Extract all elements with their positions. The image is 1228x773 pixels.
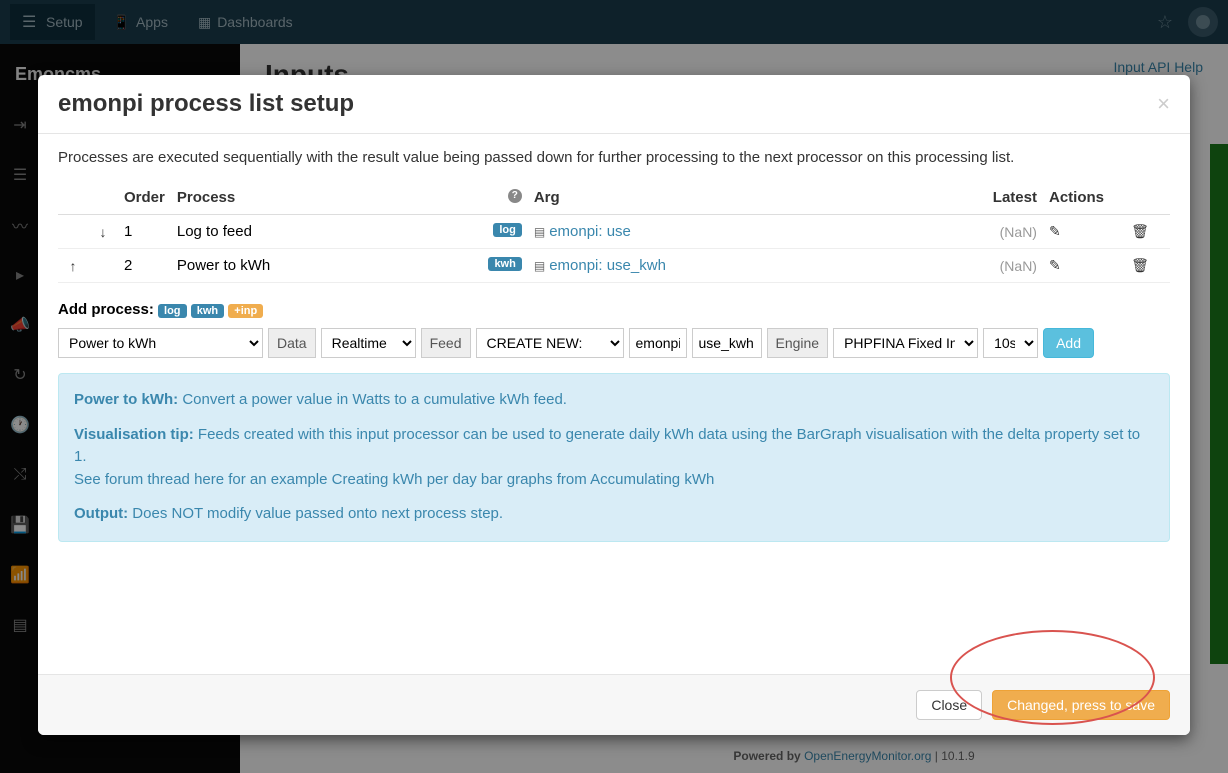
close-icon[interactable]: × — [1157, 91, 1170, 117]
interval-select[interactable]: 10s — [983, 328, 1038, 358]
col-actions: Actions — [1043, 181, 1110, 215]
edit-icon[interactable]: ✎ — [1049, 223, 1061, 239]
add-process-header: Add process: log kwh +inp — [58, 301, 1170, 318]
delete-icon[interactable]: 🗑 — [1131, 223, 1149, 239]
data-label: Data — [268, 328, 316, 358]
table-row: ↓ 1 Log to feed log ▤ emonpi: use (NaN) ✎… — [58, 215, 1170, 249]
table-row: ↑ 2 Power to kWh kwh ▤ emonpi: use_kwh (N… — [58, 249, 1170, 283]
close-button[interactable]: Close — [916, 690, 982, 720]
tag-input[interactable] — [629, 328, 687, 358]
order-cell: 1 — [118, 215, 171, 249]
modal-description: Processes are executed sequentially with… — [58, 149, 1170, 166]
process-select[interactable]: Power to kWh — [58, 328, 263, 358]
badge-log: log — [158, 304, 187, 318]
latest-value: (NaN) — [898, 249, 1043, 283]
modal-title: emonpi process list setup — [58, 90, 354, 118]
process-name: Log to feed — [177, 223, 252, 240]
edit-icon[interactable]: ✎ — [1049, 257, 1061, 273]
process-badge: log — [493, 223, 522, 237]
move-up-icon[interactable]: ↑ — [58, 249, 88, 283]
delete-icon[interactable]: 🗑 — [1131, 257, 1149, 273]
add-button[interactable]: Add — [1043, 328, 1094, 358]
feed-link[interactable]: emonpi: use_kwh — [549, 257, 666, 274]
data-type-select[interactable]: Realtime — [321, 328, 416, 358]
process-list-modal: emonpi process list setup × Processes ar… — [38, 75, 1190, 735]
feed-link[interactable]: emonpi: use — [549, 223, 631, 240]
engine-select[interactable]: PHPFINA Fixed Interval — [833, 328, 978, 358]
add-process-label: Add process: — [58, 301, 154, 318]
badge-inp: +inp — [228, 304, 263, 318]
name-input[interactable] — [692, 328, 762, 358]
feed-label: Feed — [421, 328, 471, 358]
add-process-form: Power to kWh Data Realtime Feed CREATE N… — [58, 328, 1170, 358]
badge-kwh: kwh — [191, 304, 224, 318]
order-cell: 2 — [118, 249, 171, 283]
save-button[interactable]: Changed, press to save — [992, 690, 1170, 720]
col-arg: Arg — [528, 181, 899, 215]
col-latest: Latest — [898, 181, 1043, 215]
forum-link[interactable]: Creating kWh per day bar graphs from Acc… — [332, 471, 715, 488]
help-icon[interactable]: ? — [508, 189, 522, 203]
latest-value: (NaN) — [898, 215, 1043, 249]
feed-icon: ▤ — [534, 259, 545, 273]
feed-select[interactable]: CREATE NEW: — [476, 328, 624, 358]
info-box: Power to kWh: Convert a power value in W… — [58, 373, 1170, 542]
engine-label: Engine — [767, 328, 829, 358]
process-badge: kwh — [488, 257, 521, 271]
col-order: Order — [118, 181, 171, 215]
process-table: Order Process? Arg Latest Actions ↓ 1 Lo… — [58, 181, 1170, 283]
process-name: Power to kWh — [177, 257, 270, 274]
feed-icon: ▤ — [534, 225, 545, 239]
col-process: Process? — [171, 181, 528, 215]
move-down-icon[interactable]: ↓ — [88, 215, 118, 249]
